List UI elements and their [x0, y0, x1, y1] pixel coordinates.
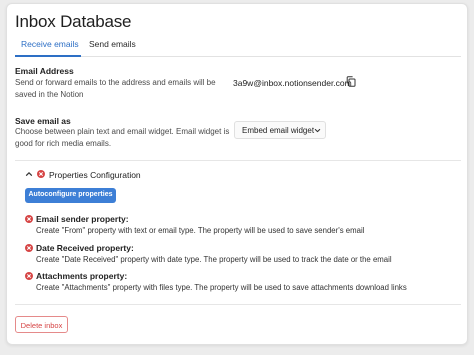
properties-configuration-title: Properties Configuration [49, 170, 141, 180]
tab-send-emails[interactable]: Send emails [89, 39, 136, 49]
attachments-property-title: Attachments property: [36, 271, 128, 281]
tab-bar: Receive emails Send emails [15, 37, 461, 57]
active-tab-indicator [15, 55, 81, 57]
email-address-description-line: saved in the Notion [15, 89, 84, 99]
email-address-description: Send or forward emails to the address an… [15, 77, 216, 100]
date-received-property-description: Create "Date Received" property with dat… [36, 255, 392, 264]
autoconfigure-properties-button[interactable]: Autoconfigure properties [25, 188, 116, 203]
email-sender-property-title: Email sender property: [36, 214, 129, 224]
inbox-database-panel: Inbox Database Receive emails Send email… [6, 3, 468, 345]
save-email-as-label: Save email as [15, 116, 71, 126]
error-icon [37, 170, 45, 178]
save-format-selected-value: Embed email widget [242, 126, 315, 135]
save-format-select[interactable]: Embed email widget [234, 121, 326, 139]
autoconfigure-properties-label: Autoconfigure properties [28, 191, 113, 198]
email-address-description-line: Send or forward emails to the address an… [15, 78, 216, 87]
chevron-down-icon [314, 128, 321, 133]
delete-inbox-label: Delete inbox [20, 321, 63, 330]
date-received-property-title: Date Received property: [36, 243, 134, 253]
save-email-as-description-line: good for rich media emails. [15, 138, 112, 148]
tab-receive-emails[interactable]: Receive emails [21, 39, 79, 49]
error-icon [25, 244, 33, 252]
section-divider [15, 160, 461, 161]
save-email-as-description-line: Choose between plain text and email widg… [15, 127, 230, 136]
section-divider [15, 304, 461, 305]
save-email-as-description: Choose between plain text and email widg… [15, 126, 229, 149]
email-address-label: Email Address [15, 66, 74, 76]
attachments-property-description: Create "Attachments" property with files… [36, 283, 407, 292]
page-title: Inbox Database [15, 12, 132, 31]
copy-icon[interactable] [346, 76, 356, 87]
error-icon [25, 215, 33, 223]
error-icon [25, 272, 33, 280]
chevron-up-icon[interactable] [25, 170, 33, 178]
delete-inbox-button[interactable]: Delete inbox [15, 316, 68, 333]
email-sender-property-description: Create "From" property with text or emai… [36, 226, 365, 235]
inbox-email-address[interactable]: 3a9w@inbox.notionsender.com [233, 78, 352, 88]
